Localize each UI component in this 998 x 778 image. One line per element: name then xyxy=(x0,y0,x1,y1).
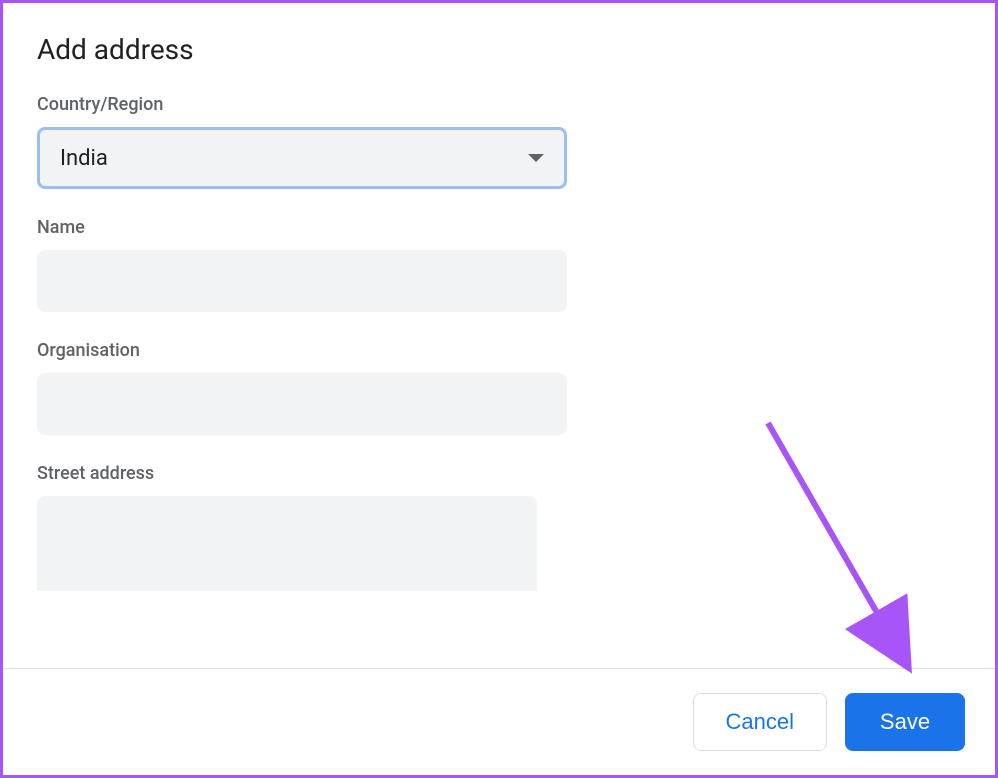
organisation-input[interactable] xyxy=(37,373,567,435)
name-input[interactable] xyxy=(37,250,567,312)
street-field-group: Street address xyxy=(37,463,961,595)
street-label: Street address xyxy=(37,463,961,484)
organisation-label: Organisation xyxy=(37,340,961,361)
cancel-button[interactable]: Cancel xyxy=(693,693,827,751)
street-input[interactable] xyxy=(37,496,537,591)
name-label: Name xyxy=(37,217,961,238)
dialog-footer: Cancel Save xyxy=(3,668,995,775)
country-label: Country/Region xyxy=(37,94,961,115)
country-dropdown[interactable]: India xyxy=(37,127,567,189)
name-field-group: Name xyxy=(37,217,961,312)
country-value: India xyxy=(60,146,108,171)
save-button[interactable]: Save xyxy=(845,693,965,751)
organisation-field-group: Organisation xyxy=(37,340,961,435)
add-address-dialog: Add address Country/Region India Name Or… xyxy=(3,3,995,653)
chevron-down-icon xyxy=(528,154,544,162)
dialog-title: Add address xyxy=(37,33,961,66)
country-field-group: Country/Region India xyxy=(37,94,961,189)
